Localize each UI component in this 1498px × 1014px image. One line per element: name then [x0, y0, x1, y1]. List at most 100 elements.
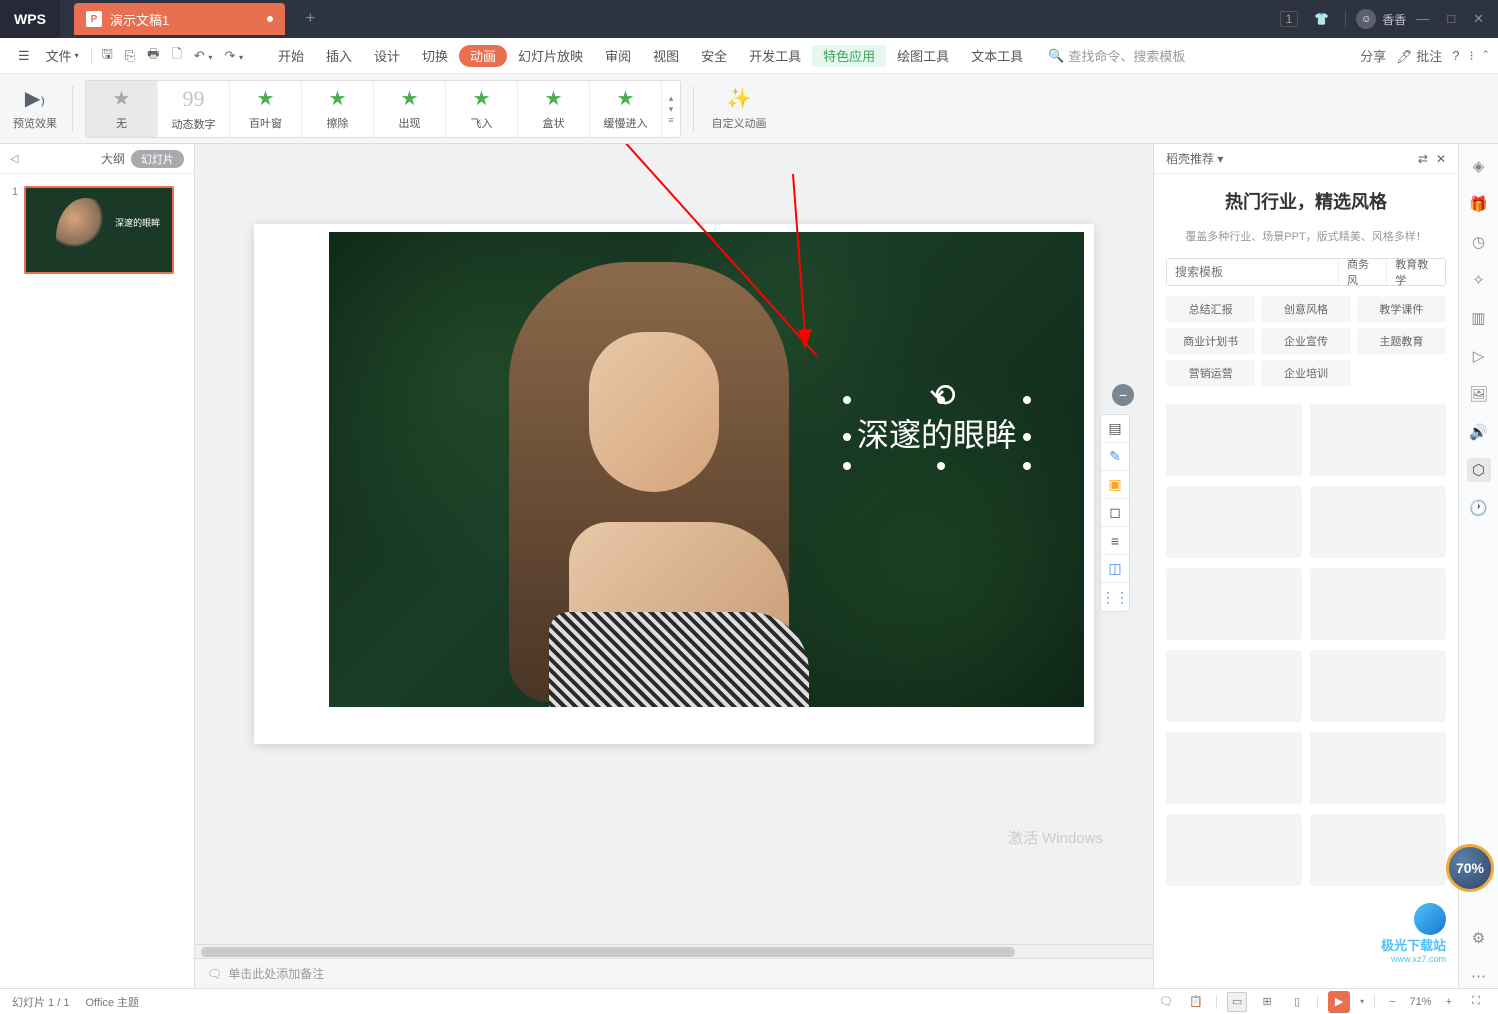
tag-item[interactable]: 营销运营	[1166, 360, 1255, 386]
tab-review[interactable]: 审阅	[594, 38, 642, 73]
pen-icon[interactable]: ✎	[1101, 443, 1129, 471]
effect-box[interactable]: ★盒状	[518, 81, 590, 137]
tab-animation[interactable]: 动画	[459, 45, 507, 67]
hamburger-icon[interactable]: ☰	[10, 38, 38, 73]
template-card[interactable]	[1166, 404, 1302, 476]
more-icon[interactable]: ⋯	[1467, 964, 1491, 988]
tag-item[interactable]: 企业培训	[1261, 360, 1350, 386]
resize-handle[interactable]	[1023, 462, 1031, 470]
tab-feature[interactable]: 特色应用	[812, 45, 886, 67]
slide[interactable]: ⟲ 深邃的眼眸 − ▤ ✎ ▣	[254, 224, 1094, 744]
normal-view-icon[interactable]: ▭	[1227, 992, 1247, 1012]
more-button[interactable]: ⁝	[1470, 48, 1474, 64]
clipboard-icon[interactable]: 📋	[1186, 992, 1206, 1012]
diamond-icon[interactable]: ◈	[1467, 154, 1491, 178]
settings-icon[interactable]: ⚙	[1467, 926, 1491, 950]
effect-flyin[interactable]: ★飞入	[446, 81, 518, 137]
rotate-handle-icon[interactable]: ⟲	[929, 376, 945, 392]
template-card[interactable]	[1310, 486, 1446, 558]
effect-wipe[interactable]: ★擦除	[302, 81, 374, 137]
command-search[interactable]: 🔍查找命令、搜索模板	[1048, 46, 1185, 65]
undo-icon[interactable]: ↶ ▾	[188, 48, 219, 64]
template-card[interactable]	[1310, 650, 1446, 722]
print-preview-icon[interactable]: 🗋	[165, 45, 187, 67]
notification-badge[interactable]: 1	[1280, 11, 1299, 27]
tab-view[interactable]: 视图	[642, 38, 690, 73]
custom-animation-button[interactable]: ✨ 自定义动画	[706, 86, 772, 131]
tag-education[interactable]: 教育教学	[1386, 259, 1445, 285]
export-icon[interactable]: ⎘	[119, 48, 141, 64]
crop-icon[interactable]: ◻	[1101, 499, 1129, 527]
tab-transition[interactable]: 切换	[411, 38, 459, 73]
tab-design[interactable]: 设计	[363, 38, 411, 73]
tag-item[interactable]: 主题教育	[1357, 328, 1446, 354]
fit-window-icon[interactable]: ⛶	[1466, 992, 1486, 1012]
cube-icon[interactable]: ⬡	[1467, 458, 1491, 482]
clock-icon[interactable]: 🕐	[1467, 496, 1491, 520]
minus-circle-button[interactable]: −	[1112, 384, 1134, 406]
file-menu[interactable]: 文件 ▾	[38, 38, 87, 73]
settings-icon[interactable]: ⇄	[1418, 152, 1428, 166]
sorter-view-icon[interactable]: ⊞	[1257, 992, 1277, 1012]
tab-start[interactable]: 开始	[267, 38, 315, 73]
user-menu[interactable]: ☺ 香香	[1356, 9, 1406, 29]
collapse-panel-button[interactable]: ◁	[10, 152, 18, 165]
shape-icon[interactable]: ◫	[1101, 555, 1129, 583]
new-tab-button[interactable]: +	[295, 4, 325, 34]
close-button[interactable]: ✕	[1473, 11, 1484, 27]
palette-icon[interactable]: ◷	[1467, 230, 1491, 254]
tag-item[interactable]: 商业计划书	[1166, 328, 1255, 354]
layer-icon[interactable]: ▤	[1101, 415, 1129, 443]
gift-icon[interactable]: 🎁	[1467, 192, 1491, 216]
play-icon[interactable]: ▷	[1467, 344, 1491, 368]
tag-item[interactable]: 创意风格	[1261, 296, 1350, 322]
more-icon[interactable]: ⋮⋮	[1101, 583, 1129, 611]
tag-item[interactable]: 总结汇报	[1166, 296, 1255, 322]
redo-icon[interactable]: ↷ ▾	[218, 48, 249, 64]
template-card[interactable]	[1166, 486, 1302, 558]
resize-handle[interactable]	[1023, 396, 1031, 404]
sound-icon[interactable]: 🔊	[1467, 420, 1491, 444]
template-card[interactable]	[1166, 814, 1302, 886]
tag-business[interactable]: 商务风	[1338, 259, 1386, 285]
zoom-out-button[interactable]: −	[1385, 996, 1399, 1008]
apparel-icon[interactable]: 👕	[1308, 8, 1335, 30]
effect-appear[interactable]: ★出现	[374, 81, 446, 137]
text-box-selected[interactable]: ⟲ 深邃的眼眸	[849, 402, 1025, 464]
tab-slideshow[interactable]: 幻灯片放映	[507, 38, 594, 73]
image-icon[interactable]: ▣	[1101, 471, 1129, 499]
document-tab[interactable]: P 演示文稿1	[74, 3, 285, 35]
resize-handle[interactable]	[843, 433, 851, 441]
tab-security[interactable]: 安全	[690, 38, 738, 73]
effect-scroll-buttons[interactable]: ▴▾≡	[662, 81, 680, 137]
notes-area[interactable]: 🗨 单击此处添加备注	[195, 958, 1153, 988]
template-list[interactable]	[1154, 396, 1458, 988]
slide-canvas-area[interactable]: ⟲ 深邃的眼眸 − ▤ ✎ ▣	[195, 144, 1153, 944]
tab-devtools[interactable]: 开发工具	[738, 38, 812, 73]
sparkle-icon[interactable]: ✧	[1467, 268, 1491, 292]
effect-slowenter[interactable]: ★缓慢进入	[590, 81, 662, 137]
resize-handle[interactable]	[843, 462, 851, 470]
template-card[interactable]	[1166, 568, 1302, 640]
tag-item[interactable]: 教学课件	[1357, 296, 1446, 322]
zoom-level[interactable]: 71%	[1410, 996, 1432, 1008]
resize-handle[interactable]	[937, 396, 945, 404]
effect-blinds[interactable]: ★百叶窗	[230, 81, 302, 137]
wps-logo[interactable]: WPS	[0, 0, 60, 38]
notes-toggle-icon[interactable]: 🗨	[1156, 992, 1176, 1012]
print-icon[interactable]: 🖶	[141, 45, 165, 67]
template-card[interactable]	[1310, 404, 1446, 476]
annotate-button[interactable]: 🖊 批注	[1396, 46, 1442, 65]
image-icon[interactable]: 🖼	[1467, 382, 1491, 406]
tag-item[interactable]: 企业宣传	[1261, 328, 1350, 354]
layers-icon[interactable]: ▥	[1467, 306, 1491, 330]
minimize-button[interactable]: —	[1416, 11, 1429, 27]
horizontal-scrollbar[interactable]	[195, 944, 1153, 958]
template-card[interactable]	[1310, 732, 1446, 804]
maximize-button[interactable]: □	[1447, 11, 1455, 27]
template-card[interactable]	[1310, 814, 1446, 886]
zoom-in-button[interactable]: +	[1442, 996, 1456, 1008]
template-search-input[interactable]	[1167, 259, 1338, 285]
close-panel-button[interactable]: ✕	[1436, 152, 1446, 166]
outline-tab[interactable]: 大纲	[101, 150, 125, 167]
